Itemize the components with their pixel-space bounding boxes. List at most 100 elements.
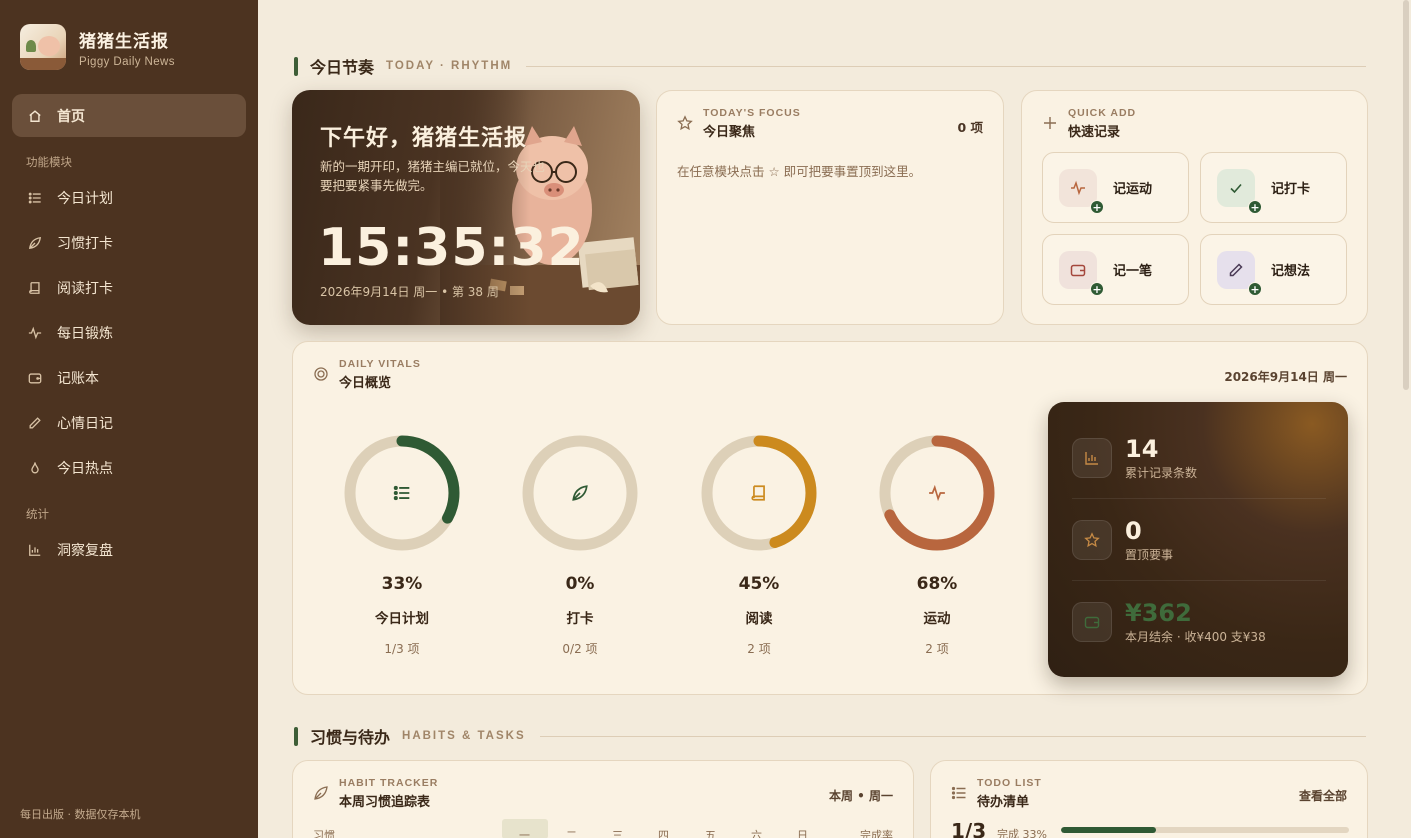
- quick-add-checkin-button[interactable]: + 记打卡: [1200, 152, 1347, 223]
- stats-panel: 14 累计记录条数 0 置顶要事 ¥362 本月结余 · 收¥400 支¥38: [1048, 402, 1348, 677]
- ring-percent: 0%: [565, 574, 595, 594]
- sidebar-item-label: 今日计划: [57, 191, 113, 207]
- ring-percent: 68%: [916, 574, 958, 594]
- book-icon: [28, 281, 42, 295]
- sidebar-item-label: 心情日记: [57, 416, 113, 432]
- card-kicker: TODO LIST: [977, 777, 1042, 789]
- ring-sub: 0/2 项: [562, 642, 598, 656]
- list-icon: [28, 191, 42, 205]
- sidebar-item-reading[interactable]: 阅读打卡: [12, 268, 246, 308]
- pulse-icon: [28, 326, 42, 340]
- sidebar-item-exercise[interactable]: 每日锻炼: [12, 313, 246, 353]
- stat-label: 累计记录条数: [1125, 465, 1198, 480]
- section-habits-header: 习惯与待办 HABITS & TASKS: [294, 724, 1366, 748]
- habit-week-range[interactable]: 本周 • 周一: [829, 787, 893, 804]
- card-title: 待办清单: [977, 795, 1030, 810]
- day-column-header: 五: [705, 829, 716, 838]
- ring-label: 运动: [923, 611, 951, 627]
- stat-balance: ¥362 本月结余 · 收¥400 支¥38: [1072, 581, 1326, 663]
- star-icon: [677, 115, 693, 131]
- hero-description: 新的一期开印，猪猪主编已就位，今天也要把要紧事先做完。: [320, 159, 546, 193]
- ring-percent: 33%: [381, 574, 423, 594]
- todo-count: 1/3: [951, 819, 987, 838]
- main-content: 今日节奏 TODAY · RHYTHM 下午好，猪猪生活报 新的一期开印，猪猪主…: [258, 0, 1411, 838]
- sidebar-item-label: 习惯打卡: [57, 236, 113, 252]
- flame-icon: [28, 461, 42, 475]
- list-icon: [393, 484, 411, 502]
- ring-sub: 2 项: [925, 642, 949, 656]
- sidebar-item-label: 首页: [57, 108, 85, 125]
- quick-add-expense-button[interactable]: + 记一笔: [1042, 234, 1189, 305]
- scrollbar[interactable]: [1403, 0, 1409, 390]
- sidebar-item-trending[interactable]: 今日热点: [12, 448, 246, 488]
- card-kicker: DAILY VITALS: [339, 358, 421, 370]
- list-icon: [951, 785, 967, 801]
- focus-count: 0 项: [957, 120, 983, 135]
- sidebar-item-home[interactable]: 首页: [12, 94, 246, 137]
- brand[interactable]: 猪猪生活报 Piggy Daily News: [20, 24, 175, 70]
- target-icon: [313, 366, 329, 382]
- hero-greeting: 下午好，猪猪生活报: [320, 126, 528, 151]
- ring-habit[interactable]: 0% 打卡 0/2 项: [510, 432, 650, 657]
- card-kicker: QUICK ADD: [1068, 107, 1137, 119]
- sidebar-footer: 每日出版 · 数据仅存本机: [20, 808, 141, 821]
- todo-done-label: 完成 33%: [997, 828, 1047, 838]
- ring-label: 打卡: [566, 611, 594, 627]
- wallet-icon: [1072, 602, 1112, 642]
- sidebar-item-plan[interactable]: 今日计划: [12, 178, 246, 218]
- plus-icon: [1042, 115, 1058, 131]
- sidebar-item-insights[interactable]: 洞察复盘: [12, 530, 246, 570]
- brand-title: 猪猪生活报: [79, 31, 169, 52]
- stat-value: ¥362: [1125, 599, 1192, 627]
- leaf-icon: [571, 484, 589, 502]
- vitals-date: 2026年9月14日 周一: [1224, 370, 1347, 384]
- sidebar-item-habit[interactable]: 习惯打卡: [12, 223, 246, 263]
- card-title: 今日聚焦: [703, 125, 756, 140]
- quick-add-note-button[interactable]: + 记想法: [1200, 234, 1347, 305]
- pencil-icon: [28, 416, 42, 430]
- habit-tracker-card: HABIT TRACKER 本周习惯追踪表 本周 • 周一 习惯 一 二 三 四…: [292, 760, 914, 838]
- day-column-header: 四: [658, 829, 669, 838]
- ring-reading[interactable]: 45% 阅读 2 项: [689, 432, 829, 657]
- day-column-header: 三: [612, 829, 623, 838]
- day-column-header: 日: [797, 829, 808, 838]
- stat-records: 14 累计记录条数: [1072, 417, 1326, 499]
- quick-add-label: 记打卡: [1271, 182, 1311, 197]
- book-icon: [750, 484, 768, 502]
- todo-list-card: TODO LIST 待办清单 查看全部 1/3 完成 33%: [930, 760, 1368, 838]
- section-title: 习惯与待办: [310, 728, 391, 747]
- stat-label: 置顶要事: [1125, 547, 1174, 562]
- section-subtitle: TODAY · RHYTHM: [386, 60, 513, 72]
- ring-plan[interactable]: 33% 今日计划 1/3 项: [332, 432, 472, 657]
- wallet-icon: +: [1059, 250, 1104, 296]
- ring-label: 今日计划: [375, 611, 429, 627]
- leaf-icon: [28, 236, 42, 250]
- ring-exercise[interactable]: 68% 运动 2 项: [867, 432, 1007, 657]
- check-icon: +: [1217, 168, 1262, 214]
- quick-add-exercise-button[interactable]: + 记运动: [1042, 152, 1189, 223]
- day-column-header: 二: [566, 829, 577, 838]
- star-icon: [1072, 519, 1112, 560]
- wallet-icon: [28, 371, 42, 385]
- sidebar-item-label: 今日热点: [57, 461, 113, 477]
- sidebar-item-label: 阅读打卡: [57, 281, 113, 297]
- sidebar-item-label: 记账本: [57, 371, 99, 387]
- home-icon: [28, 109, 42, 123]
- quick-add-card: QUICK ADD 快速记录 + 记运动 + 记打卡 + 记一笔 + 记想法: [1021, 90, 1368, 325]
- habit-column-header: 习惯: [313, 829, 335, 838]
- todo-progress-bar: [1061, 827, 1349, 833]
- ring-percent: 45%: [738, 574, 780, 594]
- section-title: 今日节奏: [310, 58, 375, 77]
- pulse-icon: +: [1059, 168, 1104, 214]
- sidebar-item-diary[interactable]: 心情日记: [12, 403, 246, 443]
- pulse-icon: [928, 484, 946, 502]
- sidebar-item-ledger[interactable]: 记账本: [12, 358, 246, 398]
- card-kicker: HABIT TRACKER: [339, 777, 439, 789]
- view-all-link[interactable]: 查看全部: [1299, 787, 1347, 804]
- card-kicker: TODAY'S FOCUS: [703, 107, 801, 119]
- nav-section-stats: 统计: [26, 507, 49, 521]
- ring-label: 阅读: [745, 611, 773, 627]
- quick-add-label: 记一笔: [1113, 264, 1153, 279]
- nav-section-modules: 功能模块: [26, 155, 72, 169]
- focus-card: TODAY'S FOCUS 今日聚焦 0 项 在任意模块点击 ☆ 即可把要事置顶…: [656, 90, 1004, 325]
